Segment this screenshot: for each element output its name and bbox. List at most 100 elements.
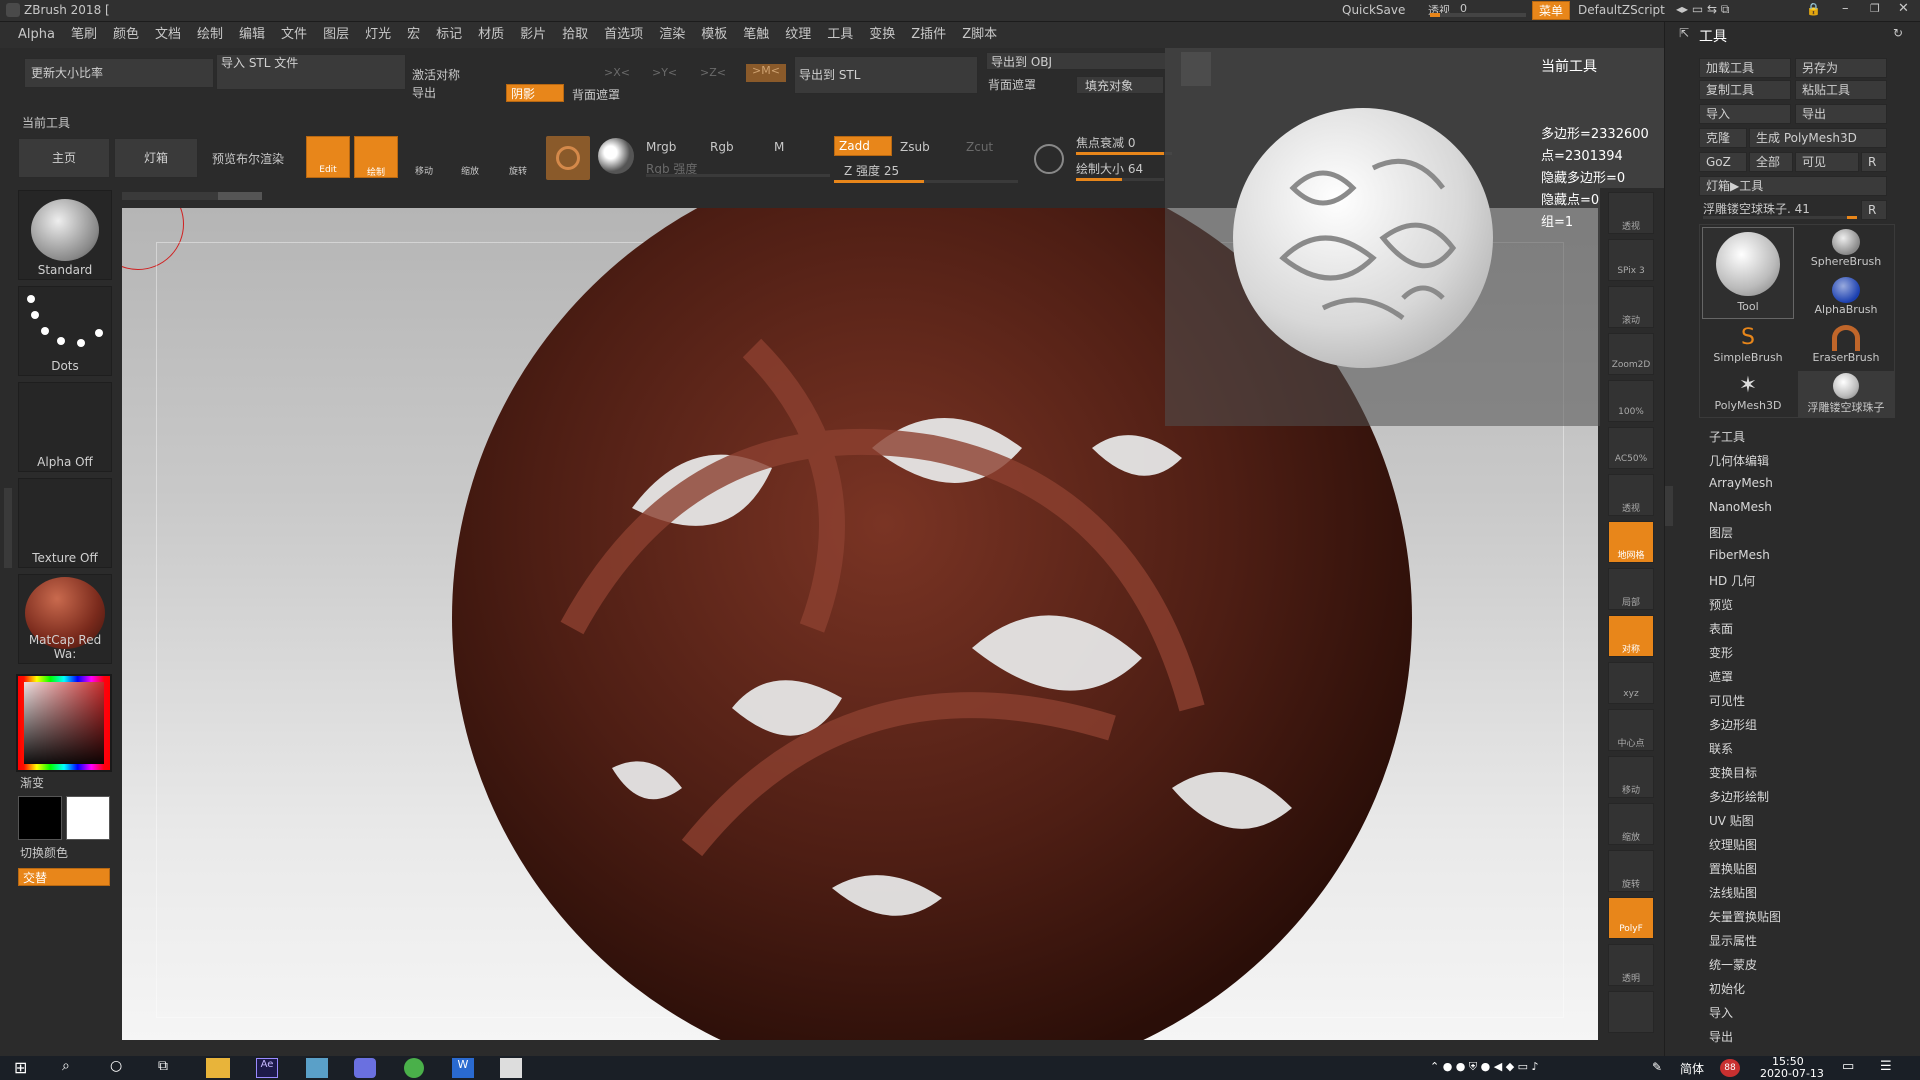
color-picker[interactable] xyxy=(16,674,112,772)
menu-item[interactable]: 文件 xyxy=(273,22,315,48)
texture-thumbnail[interactable]: Texture Off xyxy=(18,478,112,568)
subpalette-item[interactable]: 表面 xyxy=(1709,620,1733,637)
symmetry-x-button[interactable]: >X< xyxy=(604,66,630,79)
view-control-button[interactable]: xyz xyxy=(1608,662,1654,704)
subpalette-item[interactable]: ArrayMesh xyxy=(1709,476,1773,490)
home-button[interactable]: 主页 xyxy=(18,138,110,178)
primary-color-swatch[interactable] xyxy=(66,796,110,840)
app-icon-4[interactable] xyxy=(354,1058,376,1078)
subpalette-item[interactable]: 遮罩 xyxy=(1709,668,1733,685)
windows-start-icon[interactable]: ⊞ xyxy=(14,1058,27,1077)
copy-tool-button[interactable]: 复制工具 xyxy=(1699,80,1791,100)
lightbox-button[interactable]: 灯箱 xyxy=(114,138,198,178)
tool-item[interactable]: AlphaBrush xyxy=(1798,275,1894,321)
layout-toggle-icon[interactable]: ◂▸ ▭ ⇆ ⧉ xyxy=(1676,2,1729,17)
menu-item[interactable]: 模板 xyxy=(693,22,735,48)
word-icon[interactable]: W xyxy=(452,1058,474,1078)
default-zscript-button[interactable]: DefaultZScript xyxy=(1578,3,1665,17)
material-thumbnail[interactable]: MatCap Red Wa: xyxy=(18,574,112,664)
zadd-toggle[interactable]: Zadd xyxy=(834,136,892,156)
z-intensity-slider[interactable]: Z 强度 25 xyxy=(844,162,899,179)
subpalette-item[interactable]: 预览 xyxy=(1709,596,1733,613)
menu-item[interactable]: 宏 xyxy=(399,22,428,48)
zcut-toggle[interactable]: Zcut xyxy=(966,140,993,154)
export-button[interactable]: 导出 xyxy=(412,84,436,101)
menu-item[interactable]: 颜色 xyxy=(105,22,147,48)
menu-button[interactable]: 菜单 xyxy=(1532,1,1570,20)
make-polymesh3d-button[interactable]: 生成 PolyMesh3D xyxy=(1749,128,1887,148)
after-effects-icon[interactable]: Ae xyxy=(256,1058,278,1078)
app-icon-5[interactable] xyxy=(404,1058,424,1078)
draw-size-slider[interactable]: 绘制大小 64 xyxy=(1076,160,1143,177)
tool-item[interactable]: Tool xyxy=(1702,227,1794,319)
shadow-toggle[interactable]: 阴影 xyxy=(506,84,564,102)
rotate-mode-button[interactable]: 旋转 xyxy=(498,136,538,178)
material-mode-button[interactable] xyxy=(546,136,590,180)
menu-item[interactable]: Alpha xyxy=(10,22,63,48)
view-control-button[interactable]: AC50% xyxy=(1608,427,1654,469)
menu-item[interactable]: 首选项 xyxy=(596,22,651,48)
pen-icon[interactable]: ✎ xyxy=(1652,1060,1662,1074)
subpalette-item[interactable]: 纹理贴图 xyxy=(1709,836,1757,853)
minimize-icon[interactable]: – xyxy=(1842,1,1849,16)
import-button[interactable]: 导入 xyxy=(1699,104,1791,124)
menu-item[interactable]: 变换 xyxy=(861,22,903,48)
focal-shift-slider[interactable]: 焦点衰减 0 xyxy=(1076,134,1135,151)
menu-item[interactable]: 文档 xyxy=(147,22,189,48)
menu-item[interactable]: 材质 xyxy=(470,22,512,48)
backface-mask-toggle[interactable]: 背面遮罩 xyxy=(572,86,620,103)
canvas-scroll-hint[interactable] xyxy=(122,192,262,200)
view-control-button[interactable]: 透视 xyxy=(1608,192,1654,234)
file-explorer-icon[interactable] xyxy=(206,1058,230,1078)
rgb-button[interactable]: Rgb xyxy=(710,140,734,154)
show-desktop-icon[interactable]: ▭ xyxy=(1842,1059,1854,1074)
view-control-button[interactable]: 地网格 xyxy=(1608,521,1654,563)
close-icon[interactable]: ✕ xyxy=(1898,1,1909,16)
view-control-button[interactable]: 100% xyxy=(1608,380,1654,422)
secondary-color-swatch[interactable] xyxy=(18,796,62,840)
export-obj-button[interactable]: 导出到 OBJ xyxy=(986,52,1166,70)
menu-item[interactable]: 灯光 xyxy=(357,22,399,48)
view-control-button[interactable]: 滚动 xyxy=(1608,286,1654,328)
subpalette-item[interactable]: 置换贴图 xyxy=(1709,860,1757,877)
menu-item[interactable]: 编辑 xyxy=(231,22,273,48)
tool-item[interactable]: S SimpleBrush xyxy=(1702,323,1794,369)
palette-reset-icon[interactable]: ↻ xyxy=(1893,26,1903,40)
subpalette-item[interactable]: 多边形组 xyxy=(1709,716,1757,733)
subpalette-item[interactable]: 多边形绘制 xyxy=(1709,788,1769,805)
tray-icons[interactable]: ⌃ ● ● ⛨ ● ◀ ◆ ▭ ♪ xyxy=(1430,1060,1539,1074)
search-icon[interactable]: ⌕ xyxy=(62,1058,70,1074)
view-control-button[interactable]: PolyF xyxy=(1608,897,1654,939)
subpalette-item[interactable]: 初始化 xyxy=(1709,980,1745,997)
lightbox-tools-button[interactable]: 灯箱▶工具 xyxy=(1699,176,1887,196)
goz-button[interactable]: GoZ xyxy=(1699,152,1747,172)
subpalette-item[interactable]: 导入 xyxy=(1709,1004,1733,1021)
subpalette-item[interactable]: 导出 xyxy=(1709,1028,1733,1045)
brush-falloff-icon[interactable] xyxy=(1034,144,1064,174)
subpalette-item[interactable]: NanoMesh xyxy=(1709,500,1772,514)
current-tool-r-button[interactable]: R xyxy=(1861,200,1887,220)
view-control-button[interactable]: 局部 xyxy=(1608,568,1654,610)
zsub-toggle[interactable]: Zsub xyxy=(900,140,930,154)
menu-item[interactable]: 笔触 xyxy=(735,22,777,48)
view-control-button[interactable]: 旋转 xyxy=(1608,850,1654,892)
maximize-icon[interactable]: ❐ xyxy=(1870,2,1880,15)
lock-icon[interactable]: 🔒 xyxy=(1806,2,1821,16)
goz-r-button[interactable]: R xyxy=(1861,152,1887,172)
view-control-button[interactable]: Zoom2D xyxy=(1608,333,1654,375)
mrgb-button[interactable]: Mrgb xyxy=(646,140,676,154)
pin-icon[interactable]: ⇱ xyxy=(1679,26,1689,40)
menu-item[interactable]: Z脚本 xyxy=(954,22,1005,48)
edit-mode-button[interactable]: Edit xyxy=(306,136,350,178)
menu-item[interactable]: 标记 xyxy=(428,22,470,48)
clone-button[interactable]: 克隆 xyxy=(1699,128,1747,148)
symmetry-z-button[interactable]: >Z< xyxy=(700,66,726,79)
subpalette-item[interactable]: 变形 xyxy=(1709,644,1733,661)
view-control-button[interactable]: 透明 xyxy=(1608,944,1654,986)
fill-object-button[interactable]: 填充对象 xyxy=(1076,76,1164,94)
load-tool-button[interactable]: 加载工具 xyxy=(1699,58,1791,78)
view-control-button[interactable]: 中心点 xyxy=(1608,709,1654,751)
subpalette-item[interactable]: 变换目标 xyxy=(1709,764,1757,781)
goz-visible-button[interactable]: 可见 xyxy=(1795,152,1859,172)
clock-date[interactable]: 2020-07-13 xyxy=(1760,1067,1824,1080)
